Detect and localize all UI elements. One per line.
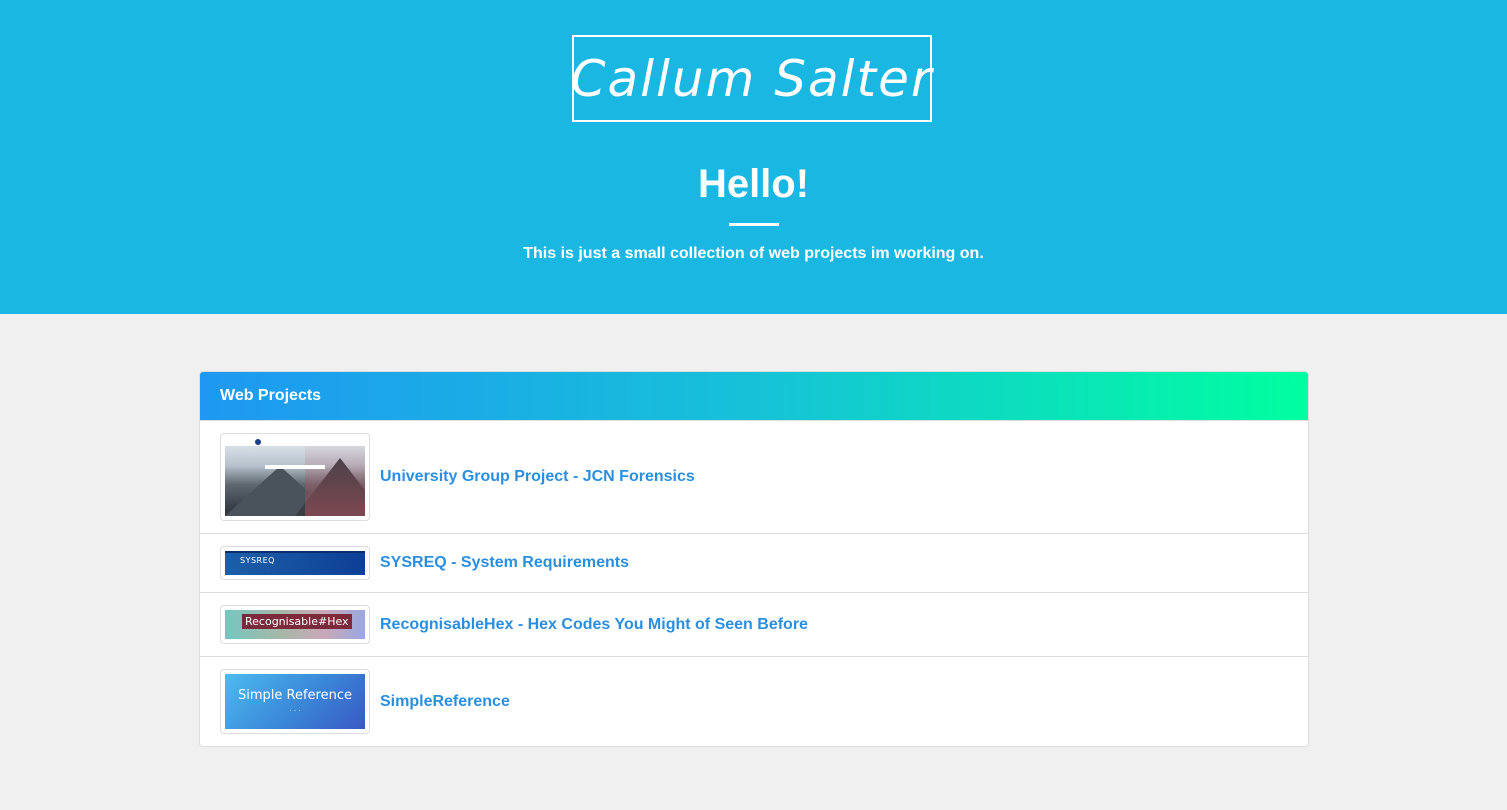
thumbnail-frame[interactable]: Recognisable#Hex: [220, 605, 370, 644]
panel-header: Web Projects: [200, 372, 1308, 421]
simplereference-thumbnail-text: Simple Reference: [238, 688, 352, 703]
project-item-jcn-forensics[interactable]: University Group Project - JCN Forensics: [200, 421, 1308, 534]
page-title: Hello!: [697, 162, 810, 206]
web-projects-panel: Web Projects University Group Project - …: [199, 371, 1309, 747]
thumbnail-frame[interactable]: [220, 433, 370, 521]
project-link-sysreq[interactable]: SYSREQ - System Requirements: [380, 554, 629, 572]
thumbnail-frame[interactable]: SYSREQ: [220, 546, 370, 580]
sysreq-thumbnail: SYSREQ: [225, 551, 365, 575]
logo-text: Callum Salter: [570, 49, 934, 108]
hero-header: Callum Salter Hello! This is just a smal…: [0, 0, 1507, 314]
jcn-forensics-thumbnail: [225, 438, 365, 516]
thumbnail-frame[interactable]: Simple Reference · · ·: [220, 669, 370, 734]
project-item-recognisablehex[interactable]: Recognisable#Hex RecognisableHex - Hex C…: [200, 593, 1308, 657]
site-logo[interactable]: Callum Salter: [570, 35, 934, 122]
panel-title: Web Projects: [220, 387, 322, 404]
sysreq-thumbnail-text: SYSREQ: [240, 556, 275, 565]
project-item-simplereference[interactable]: Simple Reference · · · SimpleReference: [200, 657, 1308, 746]
project-item-sysreq[interactable]: SYSREQ SYSREQ - System Requirements: [200, 534, 1308, 593]
recognisablehex-thumbnail: Recognisable#Hex: [225, 610, 365, 639]
simplereference-thumbnail-subtext: · · ·: [289, 707, 301, 715]
recognisablehex-thumbnail-text: Recognisable#Hex: [242, 614, 352, 629]
project-link-recognisablehex[interactable]: RecognisableHex - Hex Codes You Might of…: [380, 616, 808, 634]
project-link-jcn-forensics[interactable]: University Group Project - JCN Forensics: [380, 468, 695, 486]
title-divider: [729, 223, 779, 226]
page-subtitle: This is just a small collection of web p…: [523, 245, 984, 262]
simplereference-thumbnail: Simple Reference · · ·: [225, 674, 365, 729]
project-link-simplereference[interactable]: SimpleReference: [380, 693, 510, 711]
